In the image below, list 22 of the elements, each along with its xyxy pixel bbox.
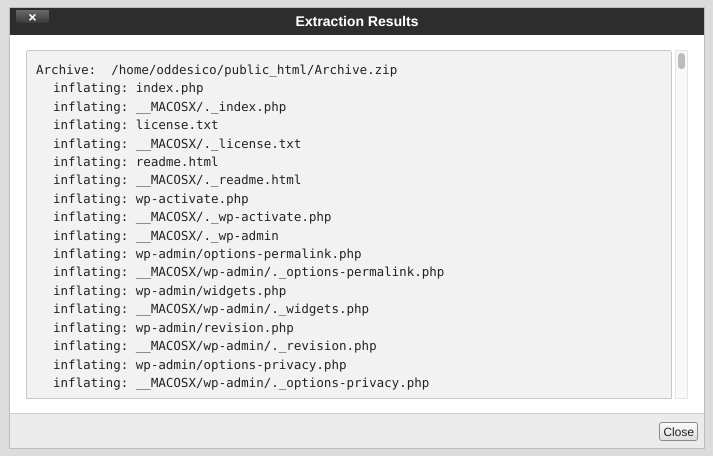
close-button[interactable]: Close: [659, 422, 698, 440]
log-line: inflating: __MACOSX/._readme.html: [52, 171, 302, 190]
close-button[interactable]: ×: [16, 10, 49, 23]
log-line: Archive: /home/oddesico/public_html/Archive.zip: [36, 61, 398, 79]
scrollbar-thumb[interactable]: [678, 53, 685, 69]
log-line: inflating: __MACOSX/wp-admin/._options-privacy.php: [52, 374, 430, 392]
log-line: inflating: __MACOSX/._wp-admin: [52, 226, 280, 245]
log-line: inflating: __MACOSX/._index.php: [52, 98, 288, 116]
log-line: inflating: __MACOSX/wp-admin/._widgets.php: [52, 300, 370, 318]
log-line: inflating: wp-activate.php: [52, 190, 250, 208]
log-line: inflating: wp-admin/revision.php: [52, 318, 295, 337]
log-line: inflating: readme.html: [52, 153, 220, 172]
log-line: inflating: license.txt: [52, 116, 220, 134]
log-line: inflating: index.php: [52, 79, 205, 98]
log-line: inflating: __MACOSX/wp-admin/._options-permalink.php: [52, 263, 446, 282]
log-line: inflating: __MACOSX/wp-admin/._revision.php: [52, 337, 378, 356]
log-line: inflating: wp-admin/widgets.php: [52, 282, 288, 300]
log-line: inflating: wp-admin/options-permalink.php: [52, 245, 363, 264]
window-title: Extraction Results: [296, 12, 418, 31]
log-line: inflating: wp-admin/options-privacy.php: [52, 356, 348, 374]
log-line: inflating: __MACOSX/._wp-activate.php: [52, 208, 332, 226]
log-line: inflating: __MACOSX/._license.txt: [52, 134, 302, 153]
